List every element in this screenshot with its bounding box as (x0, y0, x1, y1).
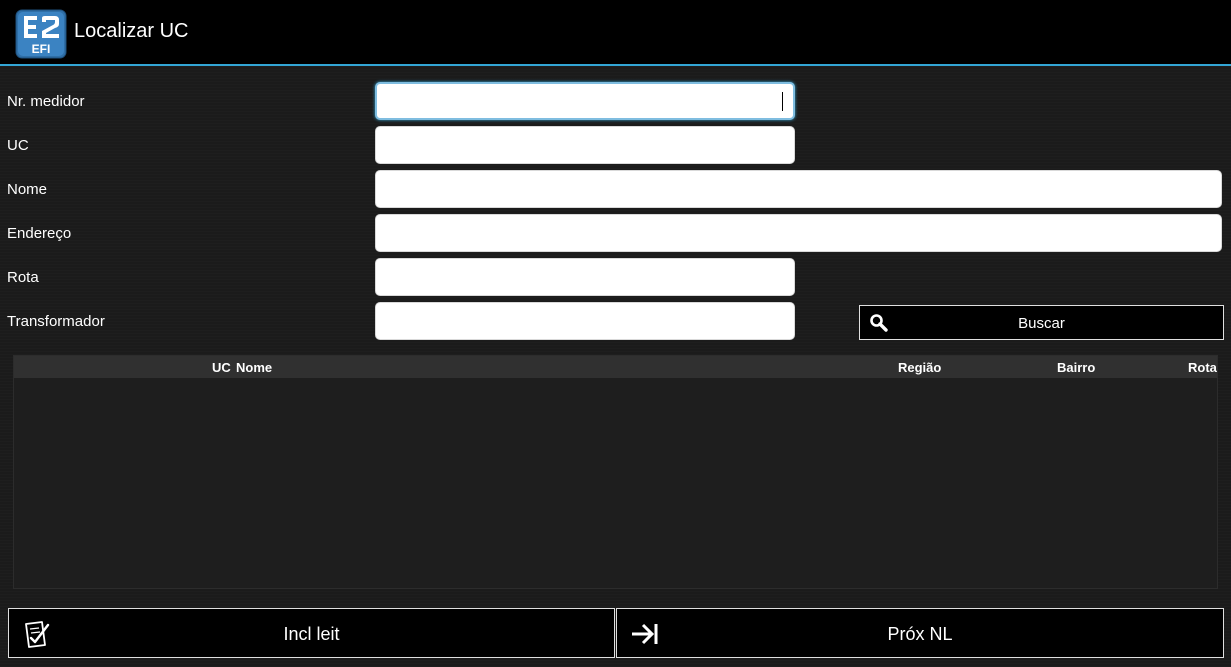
nome-input[interactable] (375, 170, 1222, 208)
label-uc: UC (7, 137, 29, 154)
label-transformador: Transformador (7, 313, 105, 330)
svg-text:EFI: EFI (32, 42, 51, 56)
app-logo-icon: EFI (15, 9, 67, 59)
title-bar: EFI Localizar UC (0, 0, 1231, 66)
text-caret (782, 92, 783, 111)
results-header: UC Nome Região Bairro Rota (14, 356, 1217, 378)
endereco-input[interactable] (375, 214, 1222, 252)
prox-nl-button-label: Próx NL (887, 624, 953, 644)
incl-leit-button[interactable]: Incl leit (8, 608, 615, 658)
label-nr-medidor: Nr. medidor (7, 93, 85, 110)
incl-leit-button-label: Incl leit (283, 624, 340, 644)
uc-input[interactable] (375, 126, 795, 164)
label-rota: Rota (7, 269, 39, 286)
rota-input[interactable] (375, 258, 795, 296)
label-nome: Nome (7, 181, 48, 198)
nr-medidor-input[interactable] (375, 82, 795, 120)
results-table[interactable]: UC Nome Região Bairro Rota (13, 355, 1218, 589)
column-header-bairro[interactable]: Bairro (1057, 360, 1095, 375)
page-title: Localizar UC (74, 20, 189, 42)
transformador-input[interactable] (375, 302, 795, 340)
column-header-nome[interactable]: Nome (236, 360, 272, 375)
column-header-regiao[interactable]: Região (898, 360, 941, 375)
buscar-button[interactable]: Buscar (859, 305, 1224, 340)
buscar-button-label: Buscar (1018, 315, 1065, 332)
prox-nl-button[interactable]: Próx NL (616, 608, 1224, 658)
column-header-rota[interactable]: Rota (1188, 360, 1217, 375)
label-endereco: Endereço (7, 225, 72, 242)
column-header-uc[interactable]: UC (212, 360, 231, 375)
